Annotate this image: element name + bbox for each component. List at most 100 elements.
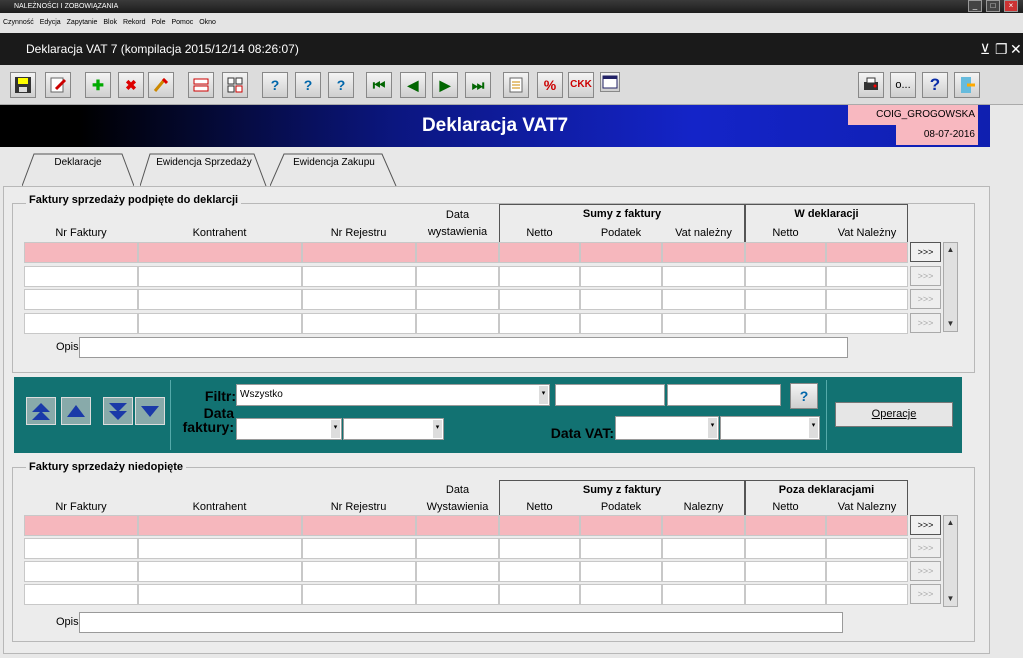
- table-cell[interactable]: [499, 515, 580, 536]
- opis-field-2[interactable]: [79, 612, 843, 633]
- table-cell[interactable]: [416, 289, 499, 310]
- grid-icon[interactable]: [222, 72, 248, 98]
- table-cell[interactable]: [302, 538, 416, 559]
- scroll-up-icon[interactable]: ▲: [944, 243, 957, 257]
- table-cell[interactable]: [302, 515, 416, 536]
- table-cell[interactable]: [302, 289, 416, 310]
- menu-item-blok[interactable]: Blok: [103, 19, 117, 26]
- chevron-down-icon[interactable]: ▾: [708, 418, 717, 438]
- table-cell[interactable]: [826, 242, 908, 263]
- next-record-icon[interactable]: ▶: [432, 72, 458, 98]
- menu-item-pomoc[interactable]: Pomoc: [171, 19, 193, 26]
- table-cell[interactable]: [416, 312, 499, 334]
- row-details-button[interactable]: >>>: [910, 289, 941, 309]
- table-cell[interactable]: [302, 265, 416, 287]
- save-icon[interactable]: [10, 72, 36, 98]
- form-close-button[interactable]: ✕: [1010, 33, 1022, 65]
- table-cell[interactable]: [662, 584, 745, 605]
- table-cell[interactable]: [24, 265, 138, 287]
- table-cell[interactable]: [745, 265, 826, 287]
- table-cell[interactable]: [138, 561, 302, 582]
- form-minimize-button[interactable]: ⊻: [980, 33, 990, 65]
- filter-query-icon[interactable]: ?: [790, 383, 818, 409]
- table-cell[interactable]: [302, 312, 416, 334]
- table-cell[interactable]: [24, 515, 138, 536]
- query-count-icon[interactable]: ?: [328, 72, 354, 98]
- row-details-button[interactable]: >>>: [910, 265, 941, 286]
- table-cell[interactable]: [580, 312, 662, 334]
- query-exec-icon[interactable]: ?: [295, 72, 321, 98]
- table-cell[interactable]: [580, 584, 662, 605]
- data-vat-from[interactable]: ▾: [615, 416, 719, 440]
- filter-field-a[interactable]: [555, 384, 665, 406]
- table-cell[interactable]: [24, 538, 138, 559]
- minimize-button[interactable]: _: [968, 0, 982, 12]
- table-cell[interactable]: [416, 242, 499, 263]
- row-details-button[interactable]: >>>: [910, 312, 941, 333]
- table-cell[interactable]: [580, 265, 662, 287]
- table-cell[interactable]: [745, 515, 826, 536]
- table-cell[interactable]: [138, 515, 302, 536]
- table-cell[interactable]: [826, 561, 908, 582]
- table-cell[interactable]: [662, 515, 745, 536]
- check-icon[interactable]: CKK: [568, 72, 594, 98]
- data-faktury-from[interactable]: ▾: [236, 418, 342, 440]
- table-cell[interactable]: [138, 538, 302, 559]
- table-cell[interactable]: [580, 242, 662, 263]
- edit-icon[interactable]: [45, 72, 71, 98]
- next-group-icon[interactable]: [103, 397, 133, 425]
- table-cell[interactable]: [662, 561, 745, 582]
- table-cell[interactable]: [416, 515, 499, 536]
- table-cell[interactable]: [580, 515, 662, 536]
- table-cell[interactable]: [416, 538, 499, 559]
- first-record-icon[interactable]: ⏮: [366, 72, 392, 98]
- first-group-icon[interactable]: [26, 397, 56, 425]
- scroll-down-icon[interactable]: ▼: [944, 592, 957, 606]
- table-cell[interactable]: [138, 242, 302, 263]
- table-cell[interactable]: [826, 312, 908, 334]
- table-cell[interactable]: [826, 515, 908, 536]
- table-cell[interactable]: [499, 538, 580, 559]
- table-cell[interactable]: [745, 561, 826, 582]
- scroll-down-icon[interactable]: ▼: [944, 317, 957, 331]
- row-details-button[interactable]: >>>: [910, 515, 941, 535]
- table-cell[interactable]: [662, 265, 745, 287]
- table-cell[interactable]: [24, 289, 138, 310]
- table-cell[interactable]: [826, 584, 908, 605]
- table-cell[interactable]: [138, 584, 302, 605]
- table-cell[interactable]: [138, 312, 302, 334]
- table-cell[interactable]: [499, 265, 580, 287]
- table-cell[interactable]: [499, 312, 580, 334]
- table-cell[interactable]: [499, 242, 580, 263]
- data-vat-to[interactable]: ▾: [720, 416, 820, 440]
- table-cell[interactable]: [24, 561, 138, 582]
- table-cell[interactable]: [745, 289, 826, 310]
- table-cell[interactable]: [745, 242, 826, 263]
- add-icon[interactable]: ✚: [85, 72, 111, 98]
- table-cell[interactable]: [826, 289, 908, 310]
- table-cell[interactable]: [580, 538, 662, 559]
- prev-group-icon[interactable]: [61, 397, 91, 425]
- tab-ewidencja-sprzedazy[interactable]: Ewidencja Sprzedaży: [140, 152, 268, 186]
- table-cell[interactable]: [662, 289, 745, 310]
- menu-item-edycja[interactable]: Edycja: [40, 19, 61, 26]
- table-cell[interactable]: [138, 289, 302, 310]
- operacje-button[interactable]: Operacje: [835, 402, 953, 427]
- delete-icon[interactable]: ✖: [118, 72, 144, 98]
- row-details-button[interactable]: >>>: [910, 242, 941, 262]
- more-button[interactable]: o...: [890, 72, 916, 98]
- table-cell[interactable]: [745, 584, 826, 605]
- chevron-down-icon[interactable]: ▾: [809, 418, 818, 438]
- menu-item-zapytanie[interactable]: Zapytanie: [67, 19, 98, 26]
- table-cell[interactable]: [302, 561, 416, 582]
- data-faktury-to[interactable]: ▾: [343, 418, 444, 440]
- last-group-icon[interactable]: [135, 397, 165, 425]
- scroll-up-icon[interactable]: ▲: [944, 516, 957, 530]
- menu-item-czynnosc[interactable]: Czynność: [3, 19, 34, 26]
- menu-item-rekord[interactable]: Rekord: [123, 19, 146, 26]
- grid1-scrollbar[interactable]: ▲ ▼: [943, 242, 958, 332]
- window-icon[interactable]: [600, 72, 620, 92]
- close-button[interactable]: ×: [1004, 0, 1018, 12]
- form-restore-button[interactable]: ❐: [995, 33, 1008, 65]
- menu-item-okno[interactable]: Okno: [199, 19, 216, 26]
